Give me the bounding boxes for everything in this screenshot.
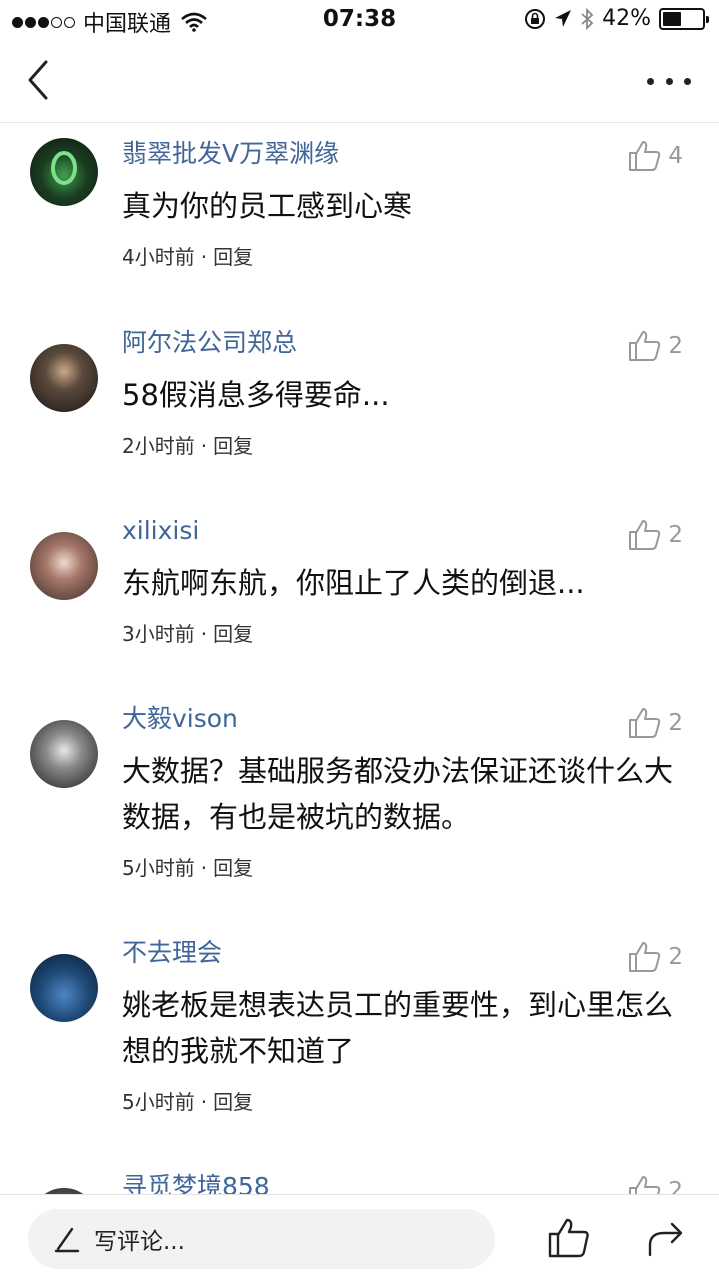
comment-text: 58假消息多得要命... bbox=[122, 378, 390, 412]
avatar[interactable] bbox=[30, 138, 98, 206]
nav-bar bbox=[0, 40, 719, 123]
more-dot bbox=[665, 77, 673, 85]
comment-item: 2 xilixisi 东航啊东航，你阻止了人类的倒退... 3小时前 · 回复 bbox=[0, 459, 719, 647]
like-button[interactable]: 2 bbox=[628, 519, 683, 551]
comment-item: 2 寻觅梦境858 bbox=[0, 1115, 719, 1194]
comment-time: 4小时前 bbox=[122, 245, 195, 269]
like-article-button[interactable] bbox=[547, 1217, 591, 1263]
comment-username[interactable]: 不去理会 bbox=[122, 936, 679, 970]
like-button[interactable]: 2 bbox=[628, 330, 683, 362]
pen-icon bbox=[54, 1227, 80, 1253]
more-button[interactable] bbox=[647, 68, 691, 94]
reply-button[interactable]: 回复 bbox=[213, 434, 253, 458]
thumbs-up-icon bbox=[629, 1176, 661, 1194]
comment-text: 东航啊东航，你阻止了人类的倒退... bbox=[122, 566, 585, 600]
comment-item: 2 阿尔法公司郑总 58假消息多得要命... 2小时前 · 回复 bbox=[0, 270, 719, 459]
reply-button[interactable]: 回复 bbox=[213, 1090, 253, 1114]
comment-meta: 5小时前 · 回复 bbox=[122, 856, 254, 880]
comment-text: 真为你的员工感到心寒 bbox=[122, 189, 413, 223]
bluetooth-icon bbox=[581, 7, 594, 30]
thumbs-up-icon bbox=[629, 520, 661, 550]
comment-username[interactable]: 寻觅梦境858 bbox=[122, 1170, 679, 1194]
chevron-left-icon bbox=[28, 60, 48, 100]
comment-time: 2小时前 bbox=[122, 434, 195, 458]
avatar[interactable] bbox=[30, 954, 98, 1022]
status-right: 42% bbox=[516, 6, 709, 31]
like-count: 4 bbox=[668, 143, 683, 169]
comment-input-placeholder: 写评论... bbox=[94, 1229, 185, 1255]
comment-username[interactable]: 翡翠批发V万翠渊缘 bbox=[122, 137, 679, 171]
orientation-lock-icon bbox=[525, 8, 546, 29]
battery-icon bbox=[659, 7, 709, 30]
like-count: 2 bbox=[668, 522, 683, 548]
comment-list[interactable]: 4 翡翠批发V万翠渊缘 真为你的员工感到心寒 4小时前 · 回复 2 阿尔法公司郑总… bbox=[0, 124, 719, 1194]
comment-item: 2 不去理会 姚老板是想表达员工的重要性，到心里怎么想的我就不知道了 5小时前 ·… bbox=[0, 881, 719, 1115]
back-button[interactable] bbox=[24, 58, 64, 104]
like-count: 2 bbox=[668, 333, 683, 359]
reply-button[interactable]: 回复 bbox=[213, 245, 253, 269]
thumbs-up-icon bbox=[629, 141, 661, 171]
share-button[interactable] bbox=[646, 1219, 686, 1261]
comment-text: 大数据？基础服务都没办法保证还谈什么大数据，有也是被坑的数据。 bbox=[122, 754, 674, 834]
more-dot bbox=[647, 77, 654, 85]
comment-item: 2 大毅vison 大数据？基础服务都没办法保证还谈什么大数据，有也是被坑的数据… bbox=[0, 647, 719, 881]
comment-username[interactable]: 阿尔法公司郑总 bbox=[122, 326, 679, 360]
like-button[interactable]: 2 bbox=[628, 1175, 683, 1194]
like-button[interactable]: 4 bbox=[628, 140, 683, 172]
status-bar: 中国联通 07:38 42% bbox=[0, 0, 719, 40]
comment-meta: 4小时前 · 回复 bbox=[122, 245, 254, 269]
avatar[interactable] bbox=[30, 532, 98, 600]
thumbs-up-icon bbox=[548, 1218, 589, 1258]
like-count: 2 bbox=[668, 710, 683, 736]
share-arrow-icon bbox=[648, 1222, 683, 1257]
comment-text: 姚老板是想表达员工的重要性，到心里怎么想的我就不知道了 bbox=[122, 988, 674, 1068]
bottom-bar: 写评论... bbox=[0, 1194, 719, 1280]
avatar[interactable] bbox=[30, 344, 98, 412]
comment-meta: 3小时前 · 回复 bbox=[122, 622, 254, 646]
reply-button[interactable]: 回复 bbox=[213, 622, 253, 646]
like-count: 2 bbox=[668, 1178, 683, 1194]
location-arrow-icon bbox=[555, 9, 572, 27]
comment-time: 3小时前 bbox=[122, 622, 195, 646]
more-dot bbox=[684, 77, 691, 85]
avatar[interactable] bbox=[30, 720, 98, 788]
comment-time: 5小时前 bbox=[122, 856, 195, 880]
comment-username[interactable]: xilixisi bbox=[122, 514, 679, 548]
like-count: 2 bbox=[668, 944, 683, 970]
comment-meta: 5小时前 · 回复 bbox=[122, 1090, 254, 1114]
comment-username[interactable]: 大毅vison bbox=[122, 702, 679, 736]
comment-input[interactable]: 写评论... bbox=[28, 1209, 495, 1269]
thumbs-up-icon bbox=[629, 708, 661, 738]
thumbs-up-icon bbox=[629, 942, 661, 972]
comment-time: 5小时前 bbox=[122, 1090, 195, 1114]
battery-percent: 42% bbox=[602, 6, 651, 31]
like-button[interactable]: 2 bbox=[628, 941, 683, 973]
thumbs-up-icon bbox=[629, 331, 661, 361]
comment-meta: 2小时前 · 回复 bbox=[122, 434, 254, 458]
reply-button[interactable]: 回复 bbox=[213, 856, 253, 880]
comment-item: 4 翡翠批发V万翠渊缘 真为你的员工感到心寒 4小时前 · 回复 bbox=[0, 124, 719, 270]
like-button[interactable]: 2 bbox=[628, 707, 683, 739]
